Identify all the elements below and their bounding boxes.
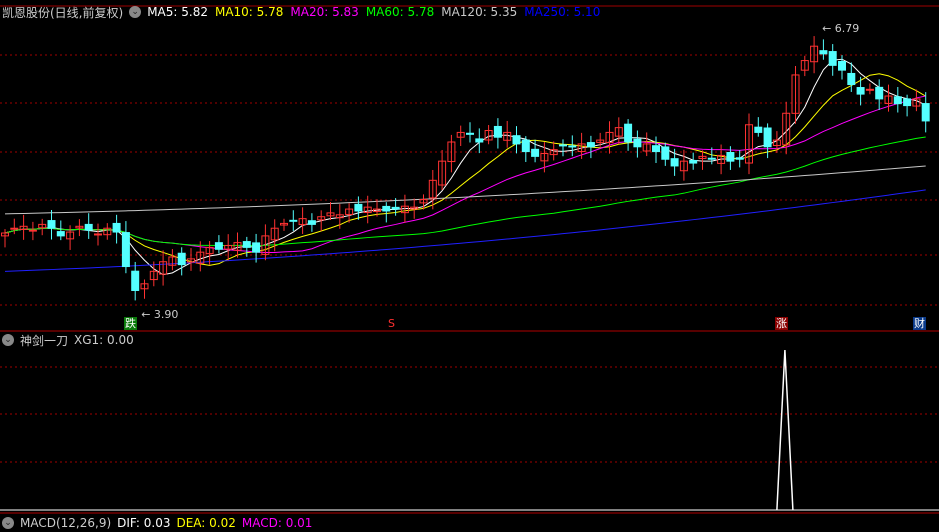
low-label: ← 3.90 — [141, 308, 178, 321]
main-legend: 凯恩股份(日线,前复权) ⌄ MA5: 5.82 MA10: 5.78 MA20: … — [2, 3, 600, 21]
xg1-signal-spike — [776, 349, 794, 511]
candle-body — [289, 219, 298, 222]
candle-body — [10, 227, 19, 230]
ma-legend-item: MA120: 5.35 — [441, 5, 518, 19]
candle-body — [112, 222, 121, 233]
price-chart[interactable]: ← 6.79 ← 3.90 — [0, 0, 939, 522]
indicator-title: 神剑一刀 — [20, 333, 69, 348]
ma60-line — [4, 136, 926, 247]
candle-body — [661, 146, 670, 160]
candle-body — [903, 98, 912, 107]
candle-body — [121, 232, 130, 268]
candle-body — [28, 229, 37, 232]
ma120-line — [4, 165, 926, 215]
candle-body — [568, 145, 577, 148]
candle-body — [875, 86, 884, 100]
macd-dea: DEA: 0.02 — [176, 516, 236, 530]
candle-body — [512, 135, 521, 145]
candle-body — [177, 252, 186, 266]
candle-body — [242, 241, 251, 248]
ma-legend-item: MA60: 5.78 — [365, 5, 435, 19]
candle-body — [856, 87, 865, 95]
candle-body — [893, 96, 902, 105]
ma20-line — [4, 95, 926, 254]
candle-body — [586, 142, 595, 148]
candle-body — [735, 157, 744, 160]
candle-body — [633, 138, 642, 148]
candle-body — [689, 160, 698, 164]
candle-body — [391, 206, 400, 210]
candle-body — [56, 231, 65, 237]
candle-body — [819, 50, 828, 55]
macd-value: MACD: 0.01 — [241, 516, 313, 530]
candle-body — [670, 158, 679, 167]
ma-legend-item: MA10: 5.78 — [214, 5, 284, 19]
candle-body — [214, 242, 223, 250]
candle-body — [466, 132, 474, 135]
candle-body — [754, 126, 763, 133]
chevron-down-icon[interactable]: ⌄ — [2, 334, 14, 346]
candle-body — [131, 270, 140, 291]
candle-body — [47, 220, 56, 229]
indicator-value: XG1: 0.00 — [74, 333, 134, 347]
macd-legend: ⌄ MACD(12,26,9) DIF: 0.03 DEA: 0.02 MACD… — [2, 514, 312, 532]
candle-body — [847, 72, 856, 86]
candle-body — [354, 203, 363, 212]
candle-body — [652, 145, 660, 153]
candle-body — [531, 148, 540, 157]
die-marker: 跌 — [124, 317, 137, 330]
candle-body — [252, 242, 261, 253]
zhang-marker: 涨 — [775, 317, 788, 330]
cai-marker: 财 — [913, 317, 926, 330]
ma-legend-item: MA5: 5.82 — [147, 5, 208, 19]
candle-body — [84, 223, 93, 231]
candle-body — [828, 51, 837, 66]
candle-body — [921, 103, 930, 122]
chevron-down-icon[interactable]: ⌄ — [2, 517, 14, 529]
candle-body — [838, 60, 846, 71]
candle-body — [763, 127, 772, 148]
candle-body — [94, 233, 102, 236]
candle-body — [726, 152, 735, 162]
candle-body — [493, 125, 502, 138]
indicator-legend: ⌄ 神剑一刀 XG1: 0.00 — [2, 331, 134, 349]
candle-body — [521, 139, 530, 153]
ma-legend-item: MA20: 5.83 — [290, 5, 359, 19]
macd-dif: DIF: 0.03 — [117, 516, 171, 530]
candle-body — [475, 138, 484, 143]
candle-body — [307, 220, 316, 225]
candle-body — [559, 144, 567, 147]
chevron-down-icon[interactable]: ⌄ — [129, 6, 142, 18]
candle-body — [865, 88, 874, 91]
stock-title: 凯恩股份(日线,前复权) — [2, 5, 124, 20]
candle-body — [382, 205, 391, 212]
macd-title: MACD(12,26,9) — [20, 516, 112, 530]
candle-body — [624, 123, 633, 143]
ma-legend-item: MA250: 5.10 — [524, 5, 601, 19]
sell-marker: S — [388, 317, 395, 330]
high-label: ← 6.79 — [822, 22, 859, 35]
candle-body — [707, 157, 716, 160]
